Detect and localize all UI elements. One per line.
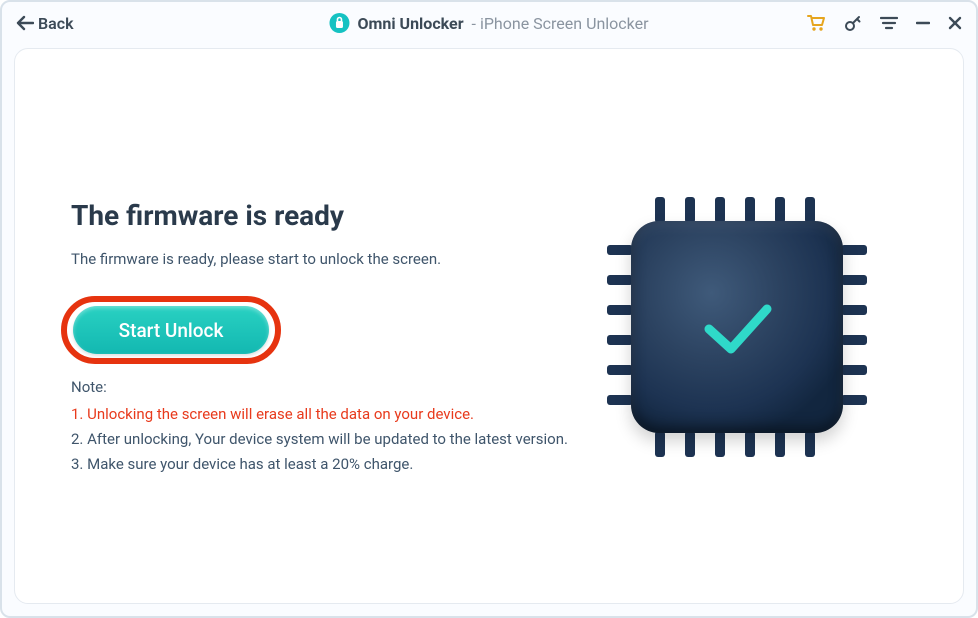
content-card: The firmware is ready The firmware is re… bbox=[14, 48, 964, 604]
chip-ready-illustration bbox=[607, 197, 867, 457]
chip-body-icon bbox=[631, 221, 843, 433]
titlebar-actions bbox=[806, 14, 962, 32]
key-icon[interactable] bbox=[844, 14, 862, 32]
page-subtitle: The firmware is ready, please start to u… bbox=[71, 250, 591, 268]
note-2: 2. After unlocking, Your device system w… bbox=[71, 427, 591, 452]
back-label: Back bbox=[38, 14, 74, 33]
checkmark-icon bbox=[691, 281, 783, 373]
app-name: Omni Unlocker bbox=[357, 14, 463, 33]
titlebar: Back Omni Unlocker - iPhone Screen Unloc… bbox=[2, 2, 976, 44]
cart-icon[interactable] bbox=[806, 14, 826, 32]
note-1: 1. Unlocking the screen will erase all t… bbox=[71, 402, 591, 427]
main-column: The firmware is ready The firmware is re… bbox=[71, 199, 591, 476]
page-heading: The firmware is ready bbox=[71, 199, 591, 232]
close-button[interactable] bbox=[948, 16, 962, 30]
start-unlock-button[interactable]: Start Unlock bbox=[73, 306, 269, 354]
app-subtitle: - iPhone Screen Unlocker bbox=[472, 14, 649, 33]
back-button[interactable]: Back bbox=[16, 14, 74, 33]
app-title: Omni Unlocker - iPhone Screen Unlocker bbox=[329, 13, 648, 33]
menu-icon[interactable] bbox=[880, 16, 898, 30]
note-label: Note: bbox=[71, 378, 591, 396]
minimize-button[interactable] bbox=[916, 16, 930, 30]
app-window: Back Omni Unlocker - iPhone Screen Unloc… bbox=[0, 0, 978, 618]
tutorial-highlight: Start Unlock bbox=[61, 296, 281, 364]
app-logo-icon bbox=[329, 13, 349, 33]
start-unlock-label: Start Unlock bbox=[119, 319, 224, 342]
back-arrow-icon bbox=[16, 15, 34, 31]
note-3: 3. Make sure your device has at least a … bbox=[71, 452, 591, 477]
